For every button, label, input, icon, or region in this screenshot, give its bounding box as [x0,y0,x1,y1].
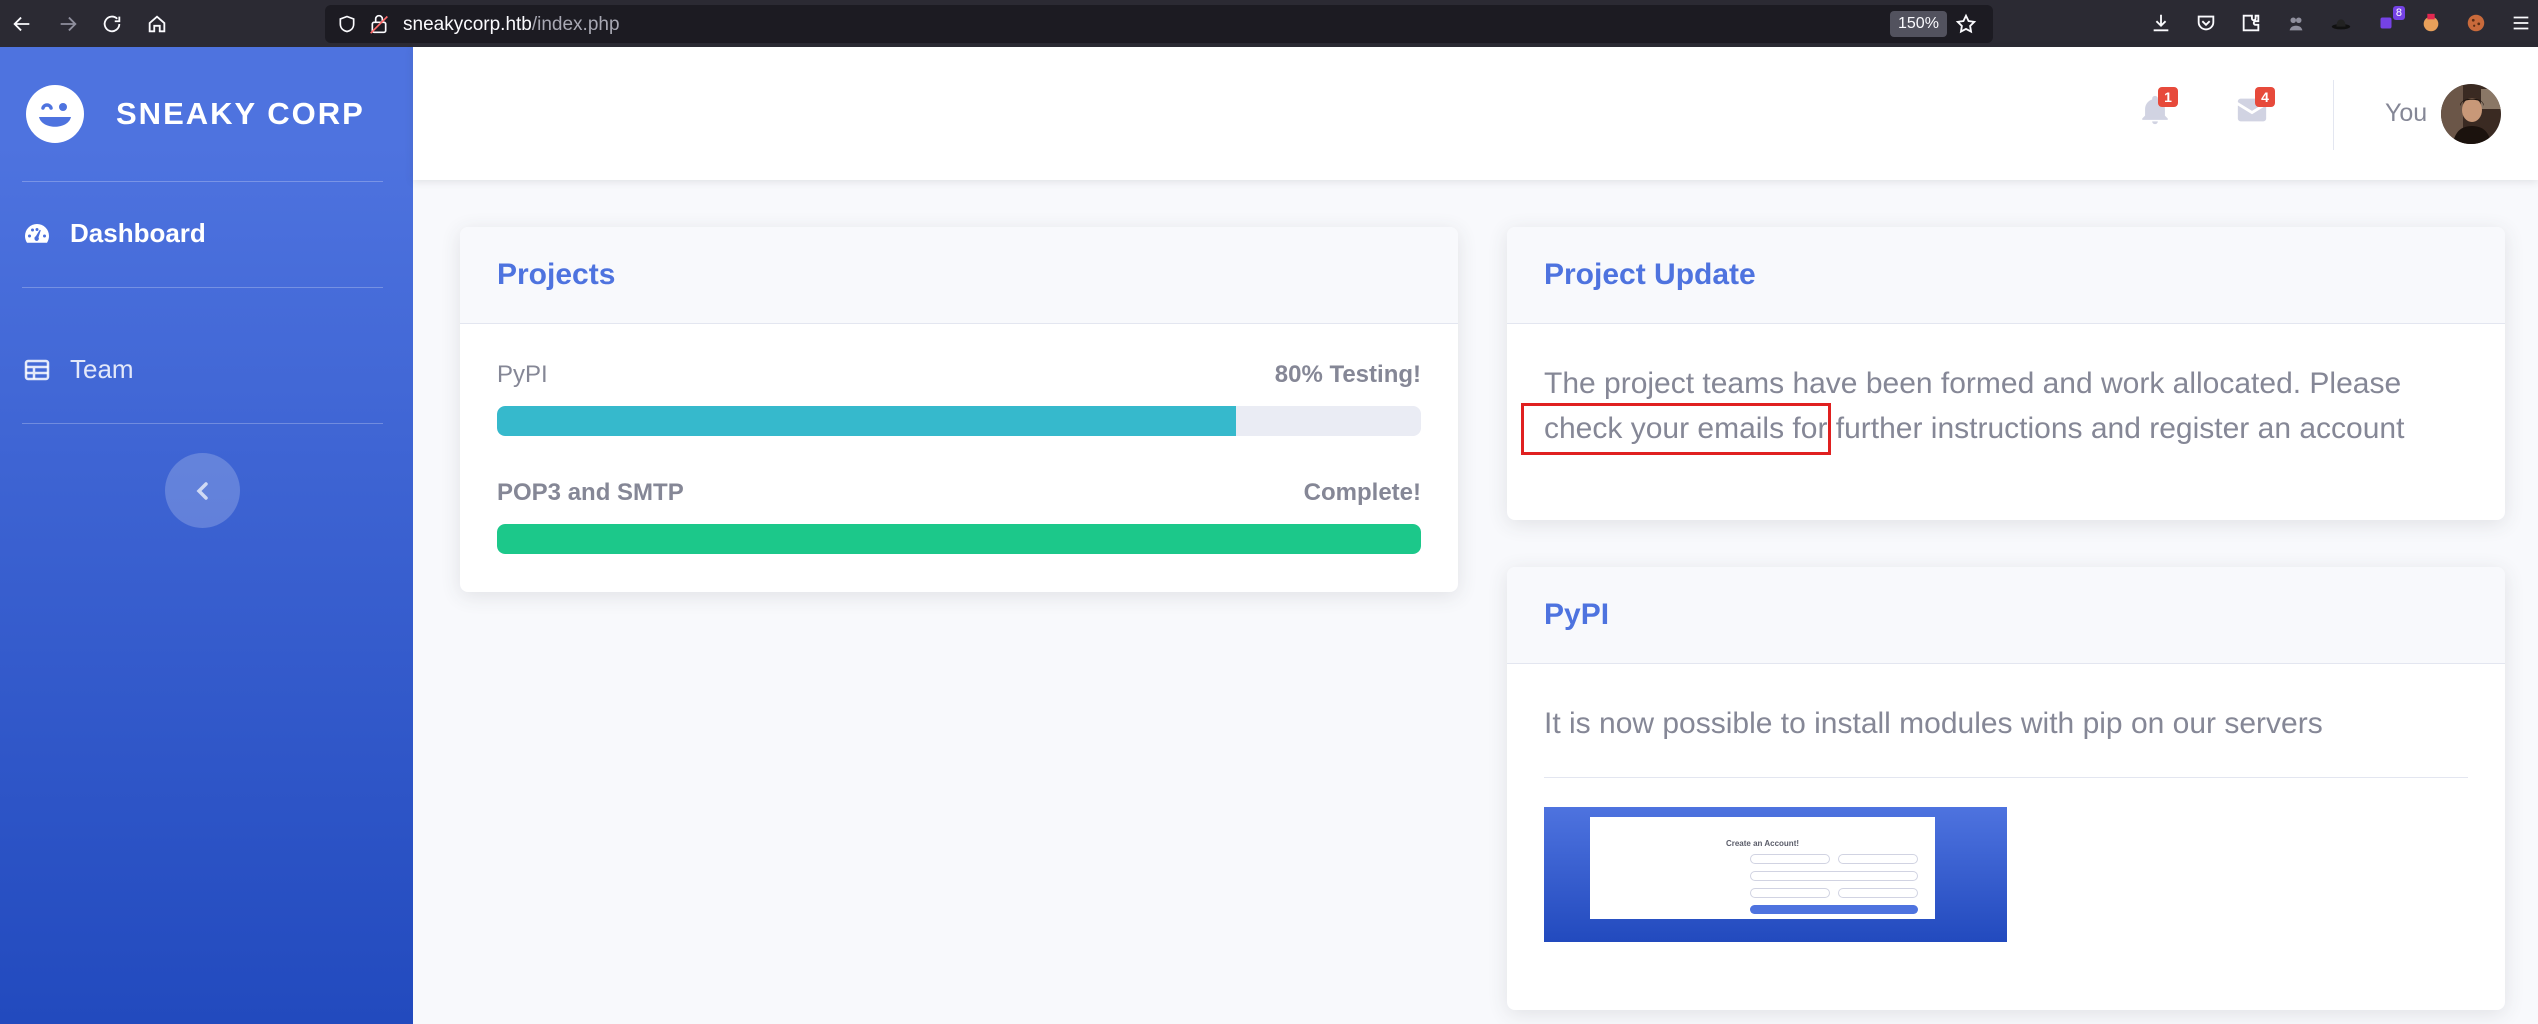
zoom-level[interactable]: 150% [1890,11,1947,37]
thumbnail-field [1750,854,1830,864]
cookie-extension-icon[interactable] [2463,10,2489,36]
card-title: PyPI [1544,598,1610,631]
reload-icon[interactable] [96,8,128,40]
project-update-card: Project Update The project teams have be… [1507,227,2505,520]
table-icon [22,355,52,385]
topbar: 1 4 You [413,47,2538,180]
thumbnail-field [1750,871,1918,881]
thumbnail-field [1750,888,1830,898]
project-name: POP3 and SMTP [497,479,684,506]
project-status: 80% Testing! [1274,361,1421,388]
browser-toolbar: sneakycorp.htb/index.php 150% 8 [0,0,2538,47]
extensions-icon[interactable] [2238,10,2264,36]
thumbnail-field [1838,888,1918,898]
progress-bar-pop3-smtp [497,524,1421,554]
sidebar-toggle-button[interactable] [165,453,240,528]
avatar[interactable] [2441,84,2501,144]
thumbnail-title: Create an Account! [1725,839,1800,848]
pypi-text: It is now possible to install modules wi… [1544,707,2323,740]
hamburger-menu-icon[interactable] [2508,10,2534,36]
alerts-count-badge: 1 [2158,87,2178,107]
progress-fill [497,524,1421,554]
card-title: Projects [497,258,616,291]
card-header: Project Update [1507,227,2505,324]
bookmark-star-icon[interactable] [1955,13,1977,35]
alerts-button[interactable]: 1 [2138,87,2178,127]
thumbnail-field [1838,854,1918,864]
card-header: PyPI [1507,567,2505,664]
chevron-left-icon [196,481,208,500]
progress-bar-pypi [497,406,1421,436]
register-form-screenshot: Create an Account! [1544,807,2007,942]
url-host: sneakycorp.htb [403,14,532,35]
sidebar: SNEAKY CORP Dashboard Team [0,47,413,1024]
thumbnail-form: Create an Account! [1590,817,1935,919]
sidebar-item-label: Team [70,354,134,384]
user-name[interactable]: You [2385,99,2427,128]
progress-fill [497,406,1237,436]
project-status: Complete! [1303,479,1421,506]
url-path: /index.php [531,14,620,35]
tachometer-icon [22,219,52,249]
sidebar-item-label: Dashboard [70,218,206,248]
thumbnail-button [1750,905,1918,914]
projects-card: Projects PyPI 80% Testing! POP3 and SMTP… [460,227,1458,592]
home-icon[interactable] [141,8,173,40]
spy-extension-icon[interactable] [2283,10,2309,36]
card-divider [1544,777,2468,778]
topbar-divider [2333,80,2334,150]
downloads-icon[interactable] [2148,10,2174,36]
sidebar-brand[interactable]: SNEAKY CORP [25,84,365,144]
project-name: PyPI [497,361,548,388]
tracking-shield-icon[interactable] [337,14,357,34]
brand-name: SNEAKY CORP [116,96,365,131]
back-icon[interactable] [6,8,38,40]
sidebar-item-dashboard[interactable]: Dashboard [22,218,206,249]
pocket-icon[interactable] [2193,10,2219,36]
sidebar-divider [22,181,383,182]
sidebar-item-team[interactable]: Team [22,354,134,385]
sidebar-divider [22,423,383,424]
laugh-wink-icon [26,85,84,143]
hat-extension-icon[interactable] [2328,10,2354,36]
insecure-lock-icon[interactable] [369,13,389,35]
card-title: Project Update [1544,258,1756,291]
forward-icon[interactable] [52,8,84,40]
url-text[interactable]: sneakycorp.htb/index.php [403,14,620,36]
pypi-card: PyPI It is now possible to install modul… [1507,567,2505,1010]
extension-badge: 8 [2392,6,2405,20]
url-bar[interactable]: sneakycorp.htb/index.php 150% [325,5,1993,43]
card-header: Projects [460,227,1458,324]
fox-extension-icon[interactable] [2418,10,2444,36]
puzzle-extension-icon[interactable]: 8 [2373,6,2405,36]
sidebar-divider [22,287,383,288]
messages-count-badge: 4 [2255,87,2275,107]
messages-button[interactable]: 4 [2235,87,2275,127]
annotation-highlight-box [1521,403,1831,455]
